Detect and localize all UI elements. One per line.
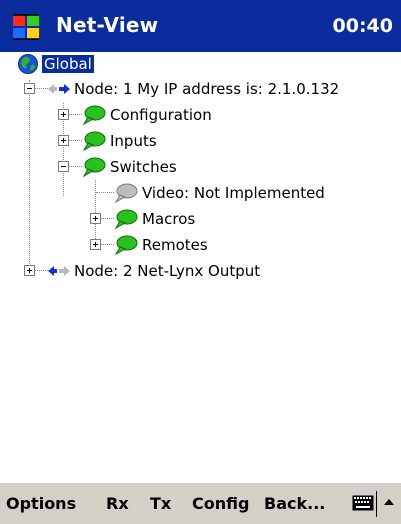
tree-connector — [34, 88, 48, 89]
menu-bar: Options Rx Tx Config Back... — [0, 482, 401, 524]
tree-item-label: Switches — [110, 158, 177, 176]
collapse-toggle[interactable] — [58, 161, 69, 172]
expand-toggle[interactable] — [58, 135, 69, 146]
speech-bubble-icon — [114, 235, 138, 255]
up-arrow-icon[interactable] — [382, 495, 396, 513]
speech-bubble-icon — [82, 157, 106, 177]
speech-bubble-icon — [114, 209, 138, 229]
tree-item-label: Configuration — [110, 106, 212, 124]
tree-item-label: Inputs — [110, 132, 157, 150]
speech-bubble-icon — [82, 131, 106, 151]
sip-separator — [376, 491, 377, 517]
tree-item-inputs[interactable]: Inputs — [82, 129, 157, 153]
collapse-toggle[interactable] — [24, 83, 35, 94]
tree-item-remotes[interactable]: Remotes — [114, 233, 208, 257]
tree-connector — [68, 114, 82, 115]
tree-connector — [29, 80, 30, 272]
menu-back[interactable]: Back... — [264, 494, 325, 513]
menu-rx[interactable]: Rx — [106, 494, 129, 513]
menu-config[interactable]: Config — [192, 494, 249, 513]
tree-connector — [100, 244, 114, 245]
expand-toggle[interactable] — [24, 265, 35, 276]
tree-connector — [68, 166, 82, 167]
tree-connector — [34, 270, 48, 271]
tree-item-label: Macros — [142, 210, 196, 228]
expand-toggle[interactable] — [90, 239, 101, 250]
speech-bubble-icon — [114, 183, 138, 203]
title-bar: Net-View 00:40 — [0, 0, 401, 52]
tree-connector — [68, 140, 82, 141]
tree-item-node-1[interactable]: Node: 1 My IP address is: 2.1.0.132 — [48, 77, 339, 101]
tree-item-label: Node: 1 My IP address is: 2.1.0.132 — [74, 80, 340, 98]
tree-view[interactable]: Global Node: 1 My IP address is: 2.1.0.1… — [0, 52, 401, 453]
network-arrows-icon — [48, 266, 70, 276]
clock[interactable]: 00:40 — [333, 15, 393, 37]
expand-toggle[interactable] — [58, 109, 69, 120]
tree-item-configuration[interactable]: Configuration — [82, 103, 212, 127]
globe-icon — [18, 54, 38, 74]
tree-item-label: Global — [42, 55, 94, 73]
app-title: Net-View — [56, 13, 159, 37]
windows-flag-icon[interactable] — [10, 11, 42, 43]
tree-item-node-2[interactable]: Node: 2 Net-Lynx Output — [48, 259, 260, 283]
tree-item-global[interactable]: Global — [17, 52, 94, 76]
expand-toggle[interactable] — [90, 213, 101, 224]
tree-item-macros[interactable]: Macros — [114, 207, 195, 231]
menu-options[interactable]: Options — [6, 494, 76, 513]
tree-item-switches[interactable]: Switches — [82, 155, 177, 179]
menu-tx[interactable]: Tx — [150, 494, 171, 513]
keyboard-icon[interactable] — [352, 495, 374, 511]
tree-connector — [96, 192, 114, 193]
speech-bubble-icon — [82, 105, 106, 125]
tree-connector — [100, 218, 114, 219]
network-arrows-icon — [48, 84, 70, 94]
tree-item-label: Remotes — [142, 236, 208, 254]
tree-item-video[interactable]: Video: Not Implemented — [114, 181, 325, 205]
tree-item-label: Node: 2 Net-Lynx Output — [74, 262, 261, 280]
tree-item-label: Video: Not Implemented — [142, 184, 325, 202]
